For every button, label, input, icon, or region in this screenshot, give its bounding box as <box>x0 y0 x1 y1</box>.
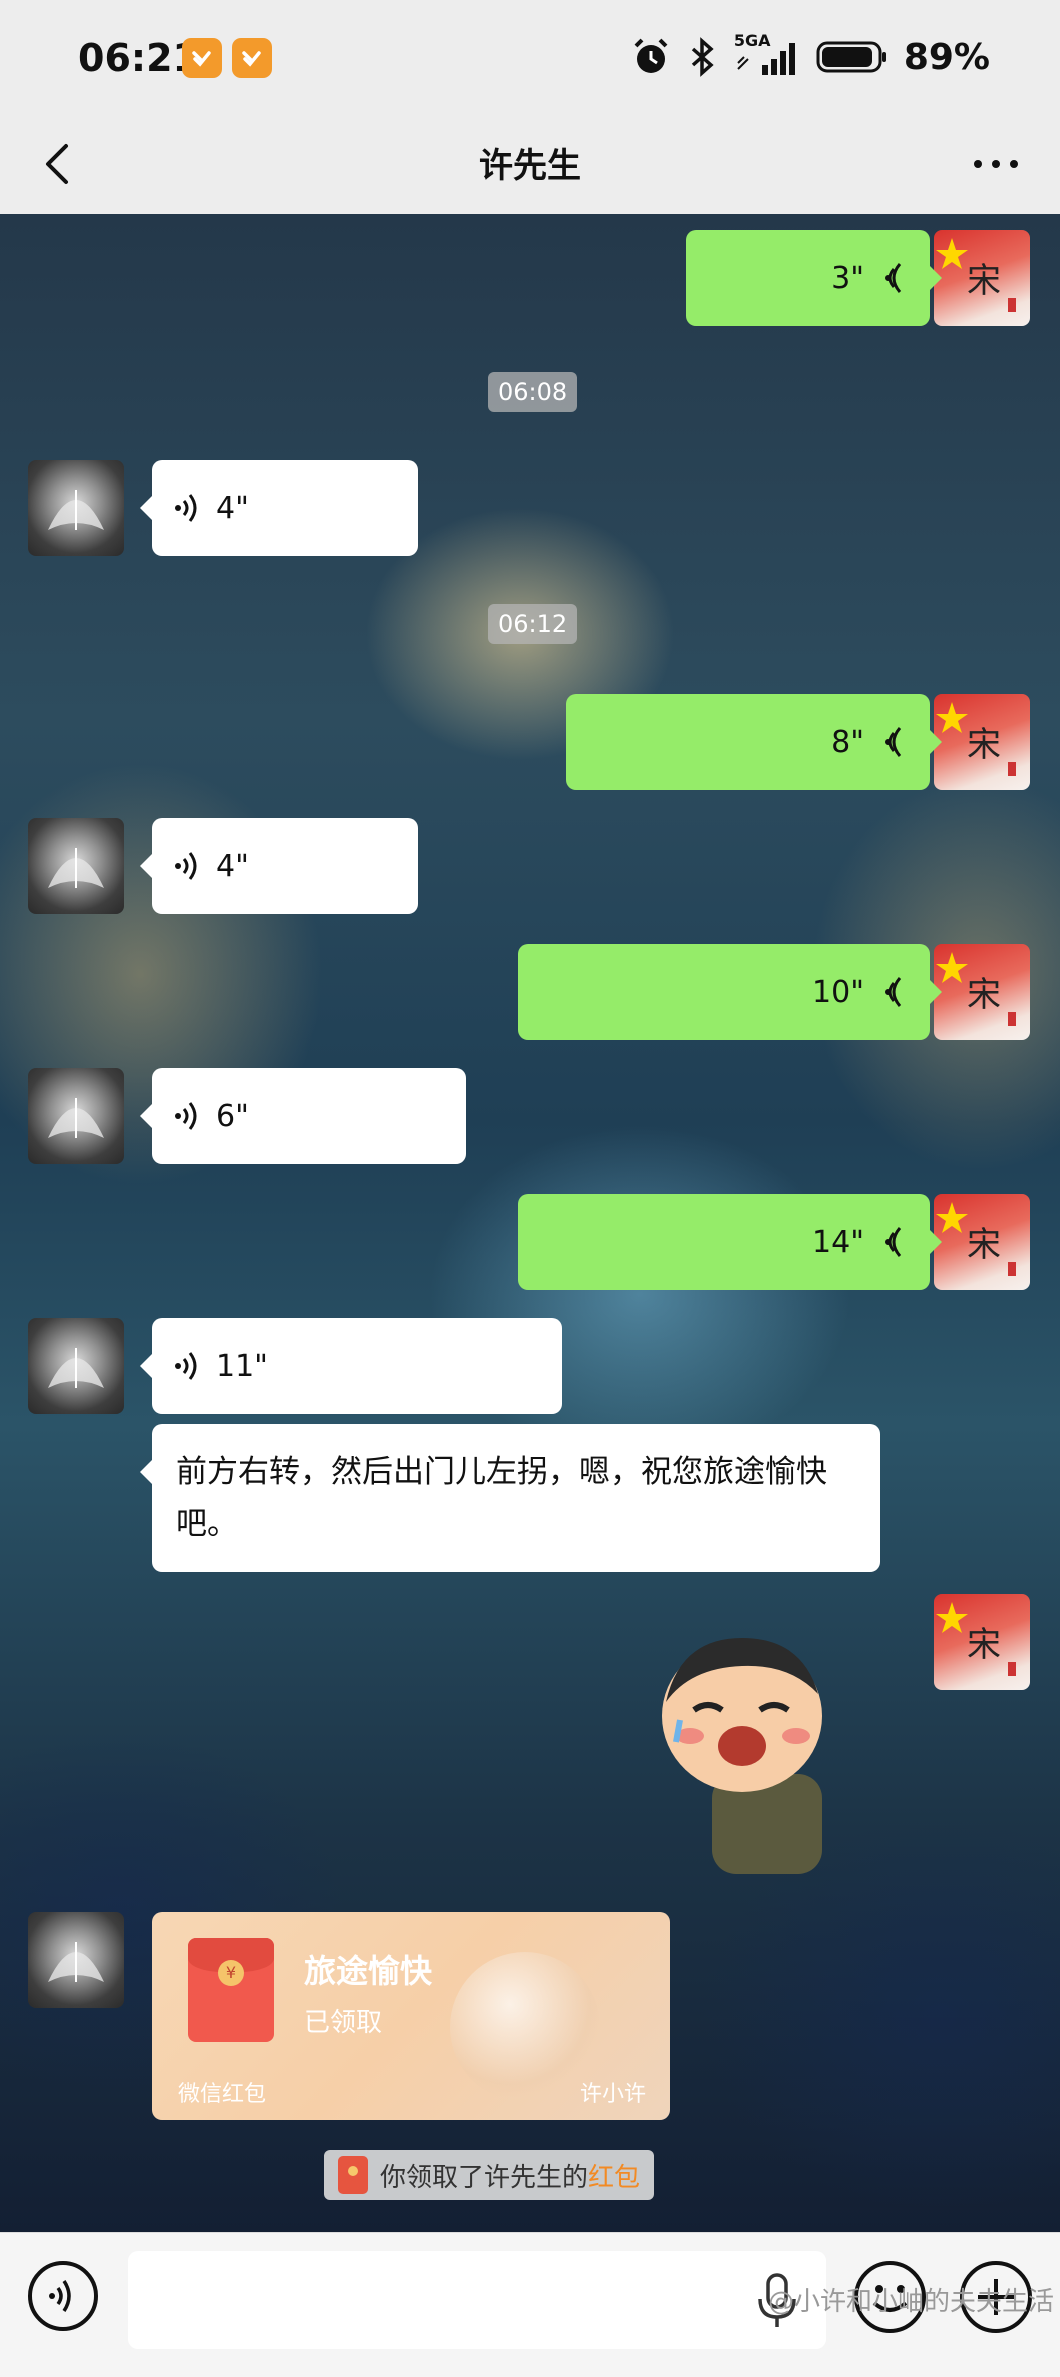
app-notification-icon-2 <box>232 38 272 78</box>
timestamp: 06:08 <box>488 372 578 412</box>
cartoon-sticker[interactable] <box>650 1624 870 1884</box>
voice-wave-icon <box>175 852 197 880</box>
my-avatar[interactable]: 宋 <box>934 944 1030 1040</box>
voice-message-in[interactable]: 4" <box>140 818 418 914</box>
input-bar: @小许和小岫的夫夫生活 <box>0 2232 1060 2377</box>
my-avatar[interactable]: 宋 <box>934 230 1030 326</box>
status-time: 06:21 <box>78 36 199 80</box>
voice-wave-icon <box>885 727 902 757</box>
red-packet-decoration <box>450 1952 600 2102</box>
red-envelope-icon: ¥ <box>188 1938 274 2042</box>
voice-duration: 8" <box>831 724 864 760</box>
voice-message-out[interactable]: 10" <box>518 944 942 1040</box>
voice-duration: 3" <box>831 260 864 296</box>
friend-avatar[interactable] <box>28 818 124 914</box>
system-message: 你领取了许先生的 红包 <box>324 2150 655 2200</box>
voice-duration: 6" <box>216 1098 249 1134</box>
status-bar: 06:21 5GA 89% <box>0 0 1060 114</box>
voice-message-in[interactable]: 11" <box>140 1318 562 1414</box>
voice-duration: 14" <box>812 1224 864 1260</box>
my-avatar[interactable]: 宋 <box>934 1594 1030 1690</box>
system-message-text: 你领取了许先生的 <box>380 2162 589 2193</box>
red-packet-title: 旅途愉快 <box>304 1952 433 1990</box>
my-avatar[interactable]: 宋 <box>934 1194 1030 1290</box>
bluetooth-icon <box>691 37 714 77</box>
friend-avatar[interactable] <box>28 460 124 556</box>
chat-area[interactable]: 宋 3" 06:08 4" 06:12 宋 8" 4" 宋 10" 6" 宋 1… <box>0 214 1060 2232</box>
red-packet-status: 已领取 <box>304 2008 383 2038</box>
my-avatar[interactable]: 宋 <box>934 694 1030 790</box>
signal-icon: 5GA <box>734 31 800 77</box>
friend-avatar[interactable] <box>28 1912 124 2008</box>
svg-text:宋: 宋 <box>967 725 1001 765</box>
text-message-in[interactable]: 前方右转，然后出门儿左拐，嗯，祝您旅途愉快吧。 <box>140 1424 880 1572</box>
red-packet-icon <box>338 2156 368 2194</box>
voice-message-out[interactable]: 8" <box>566 694 942 790</box>
voice-wave-icon <box>885 977 902 1007</box>
voice-wave-icon <box>175 1102 197 1130</box>
red-packet-label: 微信红包 <box>178 2082 267 2107</box>
voice-wave-icon <box>885 1227 902 1257</box>
svg-text:宋: 宋 <box>967 1625 1001 1665</box>
friend-avatar[interactable] <box>28 1068 124 1164</box>
watermark: @小许和小岫的夫夫生活 <box>767 2287 1054 2317</box>
voice-message-out[interactable]: 3" <box>686 230 942 326</box>
voice-duration: 11" <box>216 1348 268 1384</box>
svg-text:宋: 宋 <box>967 261 1001 301</box>
red-packet-card[interactable]: ¥ 旅途愉快 已领取 微信红包 许小许 <box>152 1912 670 2120</box>
app-notification-icon <box>182 38 222 78</box>
voice-message-in[interactable]: 6" <box>140 1068 466 1164</box>
timestamp: 06:12 <box>488 604 578 644</box>
voice-input-toggle-icon[interactable] <box>26 2259 100 2333</box>
alarm-icon <box>634 38 668 73</box>
red-packet-link[interactable]: 红包 <box>588 2157 640 2194</box>
voice-duration: 4" <box>216 490 249 526</box>
more-icon[interactable] <box>966 142 1026 186</box>
voice-duration: 10" <box>812 974 864 1010</box>
message-input[interactable] <box>128 2251 826 2349</box>
svg-text:宋: 宋 <box>967 975 1001 1015</box>
voice-duration: 4" <box>216 848 249 884</box>
svg-text:宋: 宋 <box>967 1225 1001 1265</box>
friend-avatar[interactable] <box>28 1318 124 1414</box>
battery-icon <box>816 41 886 73</box>
battery-percent: 89% <box>903 36 990 78</box>
voice-wave-icon <box>175 1352 197 1380</box>
voice-wave-icon <box>885 263 902 293</box>
red-packet-sender: 许小许 <box>579 2082 646 2107</box>
voice-message-in[interactable]: 4" <box>140 460 418 556</box>
chat-header: 许先生 <box>0 114 1060 215</box>
voice-message-out[interactable]: 14" <box>518 1194 942 1290</box>
voice-wave-icon <box>175 494 197 522</box>
chat-title: 许先生 <box>479 146 581 186</box>
